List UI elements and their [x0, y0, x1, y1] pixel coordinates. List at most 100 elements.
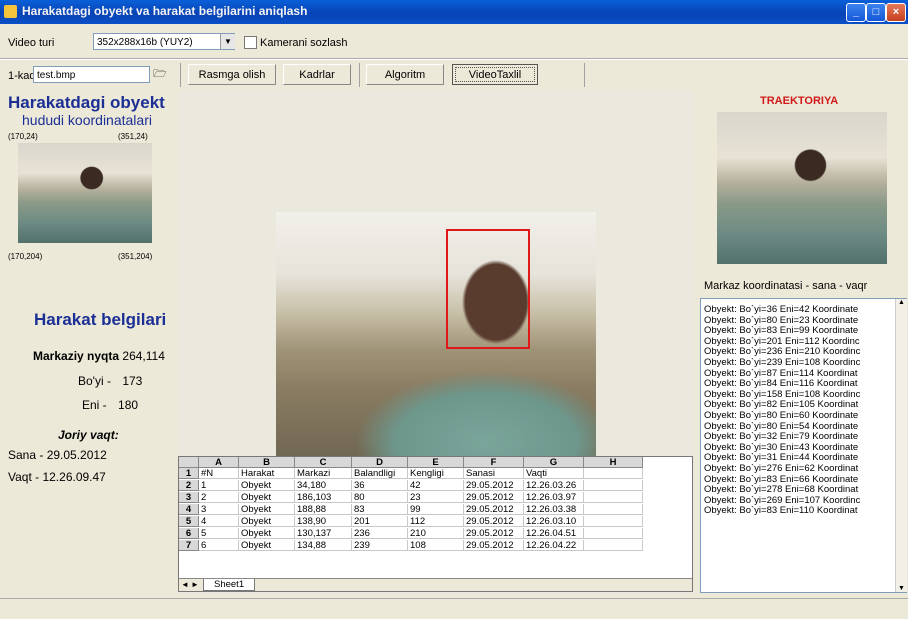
table-cell[interactable] [584, 468, 643, 479]
table-cell[interactable]: 1 [199, 480, 239, 491]
column-header[interactable]: G [524, 457, 584, 468]
table-cell[interactable]: 186,103 [295, 492, 352, 503]
row-header[interactable]: 7 [179, 540, 199, 551]
table-cell[interactable] [584, 492, 643, 503]
table-cell[interactable]: 134,88 [295, 540, 352, 551]
table-cell[interactable]: 29.05.2012 [464, 528, 524, 539]
table-cell[interactable]: 6 [199, 540, 239, 551]
scroll-down-icon[interactable]: ▼ [896, 585, 907, 592]
row-header[interactable]: 6 [179, 528, 199, 539]
table-cell[interactable]: 99 [408, 504, 464, 515]
table-cell[interactable]: 29.05.2012 [464, 504, 524, 515]
table-cell[interactable]: 29.05.2012 [464, 516, 524, 527]
row-header[interactable]: 3 [179, 492, 199, 503]
close-button[interactable]: × [886, 3, 906, 22]
table-cell[interactable]: Vaqti [524, 468, 584, 479]
table-cell[interactable]: 36 [352, 480, 408, 491]
table-cell[interactable]: 210 [408, 528, 464, 539]
table-cell[interactable]: 12.26.03.10 [524, 516, 584, 527]
table-cell[interactable]: 34,180 [295, 480, 352, 491]
table-cell[interactable]: 4 [199, 516, 239, 527]
row-header[interactable]: 5 [179, 516, 199, 527]
column-header[interactable]: D [352, 457, 408, 468]
table-cell[interactable]: 236 [352, 528, 408, 539]
table-cell[interactable]: Obyekt [239, 492, 295, 503]
table-cell[interactable]: 83 [352, 504, 408, 515]
table-cell[interactable]: 29.05.2012 [464, 480, 524, 491]
table-cell[interactable]: Obyekt [239, 540, 295, 551]
log-scrollbar[interactable]: ▲ ▼ [895, 299, 907, 592]
log-item[interactable]: Obyekt: Bo`yi=80 Eni=60 Koordinate [701, 410, 893, 422]
log-item[interactable]: Obyekt: Bo`yi=83 Eni=110 Koordinat [701, 506, 893, 517]
table-cell[interactable]: 188,88 [295, 504, 352, 515]
table-cell[interactable]: Markazi [295, 468, 352, 479]
maximize-button[interactable]: □ [866, 3, 886, 22]
chevron-down-icon[interactable]: ▼ [220, 34, 235, 49]
tab-scroll-right-icon[interactable]: ► [191, 580, 199, 589]
table-cell[interactable]: Obyekt [239, 528, 295, 539]
video-type-select[interactable]: 352x288x16b (YUY2) [93, 33, 235, 50]
table-cell[interactable]: 12.26.03.97 [524, 492, 584, 503]
column-header[interactable]: E [408, 457, 464, 468]
column-header[interactable]: F [464, 457, 524, 468]
row-header[interactable]: 4 [179, 504, 199, 515]
object-subtitle: hududi koordinatalari [22, 112, 152, 128]
table-cell[interactable]: 42 [408, 480, 464, 491]
frames-button[interactable]: Kadrlar [283, 64, 351, 85]
capture-button[interactable]: Rasmga olish [188, 64, 276, 85]
table-cell[interactable]: Harakat [239, 468, 295, 479]
log-item[interactable]: Obyekt: Bo`yi=239 Eni=108 Koordinc [701, 357, 893, 369]
table-cell[interactable]: 5 [199, 528, 239, 539]
table-cell[interactable]: 3 [199, 504, 239, 515]
column-header[interactable]: A [199, 457, 239, 468]
video-analysis-button[interactable]: VideoTaxlil [452, 64, 538, 85]
row-header[interactable]: 1 [179, 468, 199, 479]
log-list[interactable]: Obyekt: Bo`yi=36 Eni=42 Koordinate Obyekt… [700, 298, 907, 593]
file-name-field[interactable]: test.bmp [33, 66, 150, 83]
table-cell[interactable]: 29.05.2012 [464, 540, 524, 551]
table-cell[interactable]: Kengligi [408, 468, 464, 479]
table-cell[interactable]: 201 [352, 516, 408, 527]
data-sheet[interactable]: A B C D E F G H 1 #N Harakat Markazi Balandligi Kengl… [178, 456, 693, 592]
sheet-corner[interactable] [179, 457, 199, 468]
table-cell[interactable]: 108 [408, 540, 464, 551]
table-cell[interactable] [584, 540, 643, 551]
table-cell[interactable] [584, 504, 643, 515]
column-header[interactable]: C [295, 457, 352, 468]
height-row: Bo'yi - 173 [78, 374, 142, 388]
minimize-button[interactable]: _ [846, 3, 866, 22]
table-cell[interactable]: 112 [408, 516, 464, 527]
table-cell[interactable] [584, 528, 643, 539]
log-item[interactable]: Obyekt: Bo`yi=276 Eni=62 Koordinat [701, 463, 893, 475]
table-cell[interactable] [584, 480, 643, 491]
table-cell[interactable]: 239 [352, 540, 408, 551]
table-cell[interactable]: 2 [199, 492, 239, 503]
column-header[interactable]: H [584, 457, 643, 468]
table-cell[interactable]: Sanasi [464, 468, 524, 479]
row-header[interactable]: 2 [179, 480, 199, 491]
tab-scroll-left-icon[interactable]: ◄ [181, 580, 189, 589]
table-cell[interactable]: 23 [408, 492, 464, 503]
table-cell[interactable] [584, 516, 643, 527]
column-header[interactable]: B [239, 457, 295, 468]
log-item[interactable]: Obyekt: Bo`yi=36 Eni=42 Koordinate [701, 304, 893, 316]
video-type-value: 352x288x16b (YUY2) [97, 37, 193, 48]
table-cell[interactable]: 130,137 [295, 528, 352, 539]
table-cell[interactable]: Obyekt [239, 480, 295, 491]
table-cell[interactable]: 29.05.2012 [464, 492, 524, 503]
table-cell[interactable]: 12.26.03.38 [524, 504, 584, 515]
scroll-up-icon[interactable]: ▲ [896, 299, 907, 306]
table-cell[interactable]: 138,90 [295, 516, 352, 527]
camera-settings-checkbox[interactable] [244, 36, 257, 49]
table-cell[interactable]: #N [199, 468, 239, 479]
folder-icon[interactable]: 🗁 [150, 66, 170, 83]
table-cell[interactable]: Obyekt [239, 504, 295, 515]
table-cell[interactable]: 12.26.04.51 [524, 528, 584, 539]
table-cell[interactable]: 12.26.04.22 [524, 540, 584, 551]
table-cell[interactable]: Balandligi [352, 468, 408, 479]
algorithm-button[interactable]: Algoritm [366, 64, 444, 85]
table-cell[interactable]: 12.26.03.26 [524, 480, 584, 491]
sheet-tab[interactable]: Sheet1 [203, 579, 256, 591]
table-cell[interactable]: Obyekt [239, 516, 295, 527]
table-cell[interactable]: 80 [352, 492, 408, 503]
